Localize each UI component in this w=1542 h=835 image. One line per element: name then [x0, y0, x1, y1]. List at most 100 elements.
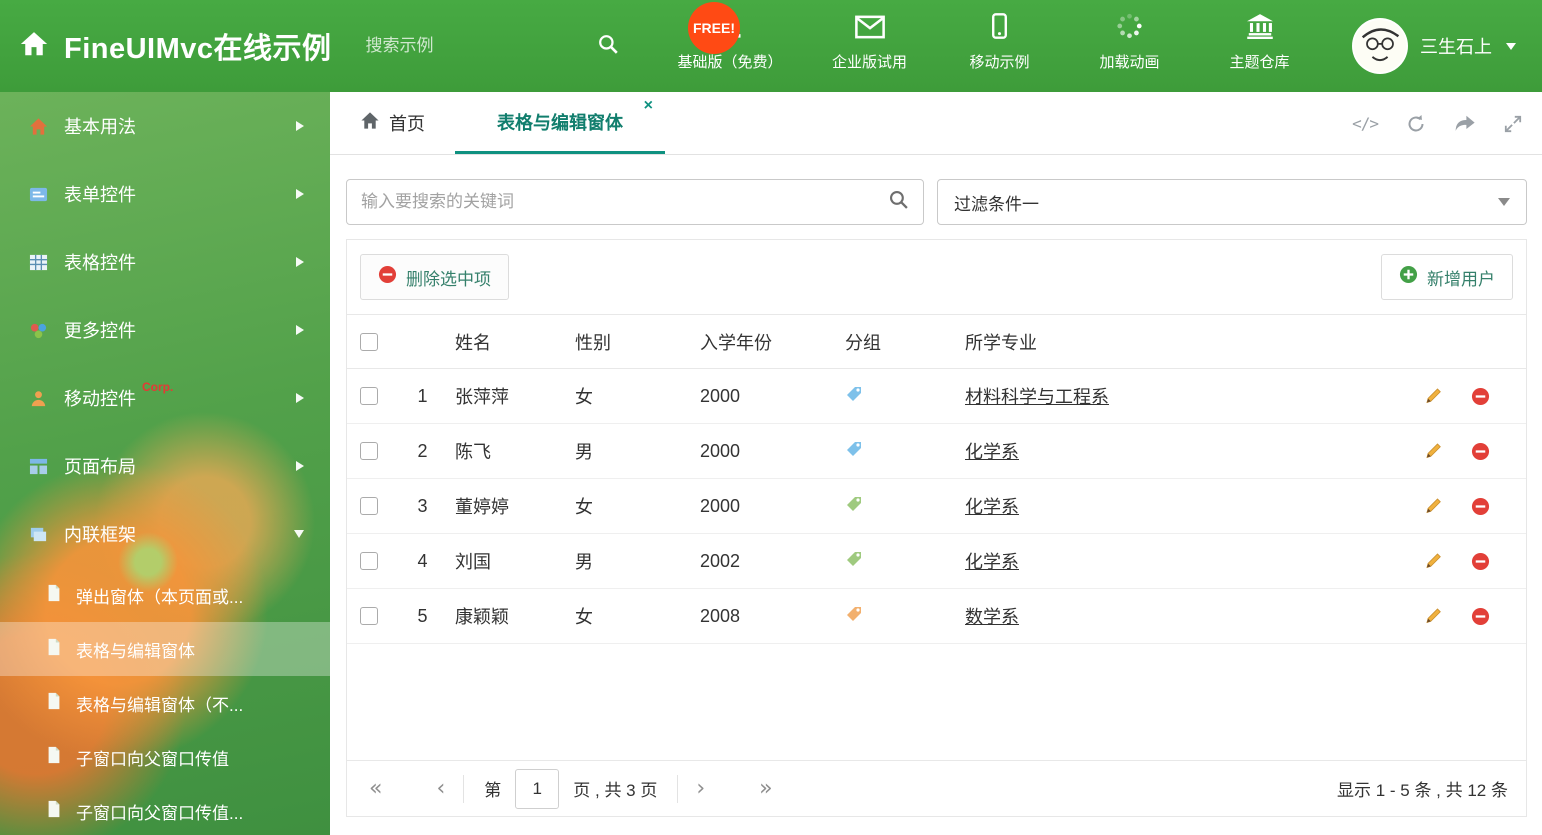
tab-bar: 首页 表格与编辑窗体 × </>	[330, 92, 1542, 155]
tab-grid-edit-window[interactable]: 表格与编辑窗体 ×	[455, 92, 665, 154]
header-search-input[interactable]	[365, 36, 587, 56]
home-icon	[360, 111, 380, 135]
table-empty-space	[347, 644, 1526, 760]
delete-selected-button[interactable]: 删除选中项	[360, 254, 509, 300]
file-icon	[46, 800, 63, 823]
sidebar-subitem-popup-window[interactable]: 弹出窗体（本页面或...	[0, 568, 330, 622]
nav-label: 基础版（免费）	[677, 53, 783, 71]
filter-dropdown[interactable]: 过滤条件一	[937, 179, 1527, 225]
row-checkbox[interactable]	[360, 387, 378, 405]
nav-enterprise-trial[interactable]: 企业版试用	[827, 15, 913, 72]
tab-home[interactable]: 首页	[330, 92, 455, 154]
cell-gender: 女	[575, 497, 593, 517]
table-row: 3 董婷婷 女 2000 化学系	[347, 479, 1526, 534]
sidebar-item-iframe[interactable]: 内联框架	[0, 500, 330, 568]
share-icon[interactable]	[1454, 114, 1476, 133]
row-checkbox[interactable]	[360, 552, 378, 570]
sidebar-subitem-child-to-parent[interactable]: 子窗口向父窗口传值	[0, 730, 330, 784]
keyword-search-input[interactable]	[361, 192, 888, 212]
mobile-icon	[991, 12, 1008, 44]
delete-row-icon[interactable]	[1471, 552, 1490, 571]
person-icon	[28, 389, 48, 408]
cell-name: 张萍萍	[455, 387, 509, 407]
sidebar-item-mobile-controls[interactable]: 移动控件 Corp.	[0, 364, 330, 432]
sidebar-item-form-controls[interactable]: 表单控件	[0, 160, 330, 228]
edit-pencil-icon[interactable]	[1423, 606, 1443, 626]
table-header: 姓名 性别 入学年份 分组 所学专业	[347, 314, 1526, 369]
page-count-label: 页 , 共 3 页	[573, 781, 658, 800]
divider	[463, 774, 465, 803]
delete-row-icon[interactable]	[1471, 607, 1490, 626]
close-icon[interactable]: ×	[644, 98, 653, 114]
row-checkbox[interactable]	[360, 497, 378, 515]
expand-icon[interactable]	[1504, 115, 1522, 133]
user-menu[interactable]: 三生石上	[1352, 18, 1542, 74]
edit-pencil-icon[interactable]	[1423, 551, 1443, 571]
next-page-button[interactable]: ›	[692, 776, 709, 801]
row-checkbox[interactable]	[360, 442, 378, 460]
major-link[interactable]: 化学系	[965, 552, 1019, 572]
sidebar-subitem-grid-edit-window[interactable]: 表格与编辑窗体	[0, 622, 330, 676]
select-all-checkbox[interactable]	[360, 332, 378, 351]
tab-label: 表格与编辑窗体	[497, 112, 623, 133]
sidebar-item-grid-controls[interactable]: 表格控件	[0, 228, 330, 296]
file-icon	[46, 638, 63, 661]
avatar	[1352, 18, 1408, 74]
username: 三生石上	[1420, 37, 1492, 57]
sidebar-item-more-controls[interactable]: 更多控件	[0, 296, 330, 364]
delete-row-icon[interactable]	[1471, 442, 1490, 461]
column-gender: 性别	[575, 332, 611, 353]
spinner-icon	[1116, 13, 1143, 44]
search-icon[interactable]	[888, 189, 909, 215]
sidebar-subitem-label: 表格与编辑窗体	[76, 641, 195, 661]
edit-pencil-icon[interactable]	[1423, 441, 1443, 461]
add-user-button[interactable]: 新增用户	[1381, 254, 1513, 300]
row-number: 4	[417, 550, 428, 571]
row-checkbox[interactable]	[360, 607, 378, 625]
sidebar: 基本用法 表单控件 表格控件 更多控件 移动控件 Corp. 页面布局 内联框架…	[0, 92, 330, 835]
prev-page-button[interactable]: ‹	[432, 776, 449, 801]
sidebar-subitem-child-to-parent-2[interactable]: 子窗口向父窗口传值...	[0, 784, 330, 835]
tag-icon	[845, 495, 863, 518]
cell-group	[833, 495, 948, 518]
keyword-search-box	[346, 179, 924, 225]
chevron-down-icon	[294, 530, 304, 538]
refresh-icon[interactable]	[1406, 114, 1426, 134]
sidebar-item-basic-usage[interactable]: 基本用法	[0, 92, 330, 160]
sidebar-item-page-layout[interactable]: 页面布局	[0, 432, 330, 500]
major-link[interactable]: 材料科学与工程系	[965, 387, 1109, 407]
nav-theme-repo[interactable]: 主题仓库	[1217, 13, 1303, 72]
table-row: 4 刘国 男 2002 化学系	[347, 534, 1526, 589]
delete-row-icon[interactable]	[1471, 497, 1490, 516]
major-link[interactable]: 数学系	[965, 607, 1019, 627]
mail-icon	[854, 15, 885, 44]
edit-pencil-icon[interactable]	[1423, 496, 1443, 516]
sidebar-item-label: 内联框架	[64, 525, 136, 545]
major-link[interactable]: 化学系	[965, 497, 1019, 517]
home-icon	[18, 29, 50, 64]
nav-label: 主题仓库	[1229, 53, 1290, 71]
filter-dropdown-value: 过滤条件一	[954, 194, 1039, 214]
cell-gender: 男	[575, 552, 593, 572]
sidebar-subitem-grid-edit-window-2[interactable]: 表格与编辑窗体（不...	[0, 676, 330, 730]
brand[interactable]: FineUIMvc在线示例	[0, 25, 332, 67]
app-title: FineUIMvc在线示例	[64, 33, 332, 65]
first-page-button[interactable]: «	[365, 776, 386, 801]
cell-name: 陈飞	[455, 442, 491, 462]
more-controls-icon	[28, 321, 48, 340]
filter-row: 过滤条件一	[330, 155, 1542, 225]
edit-pencil-icon[interactable]	[1423, 386, 1443, 406]
search-icon[interactable]	[597, 33, 619, 60]
minus-circle-icon	[378, 265, 397, 289]
major-link[interactable]: 化学系	[965, 442, 1019, 462]
file-icon	[46, 746, 63, 769]
page-number-input[interactable]	[515, 768, 560, 809]
cell-gender: 男	[575, 442, 593, 462]
last-page-button[interactable]: »	[755, 776, 776, 801]
delete-row-icon[interactable]	[1471, 387, 1490, 406]
source-code-icon[interactable]: </>	[1352, 114, 1379, 133]
cell-year: 2000	[700, 440, 741, 461]
nav-mobile-demo[interactable]: 移动示例	[957, 12, 1043, 72]
chevron-right-icon	[296, 257, 304, 267]
nav-loading-animation[interactable]: 加载动画	[1087, 13, 1173, 72]
